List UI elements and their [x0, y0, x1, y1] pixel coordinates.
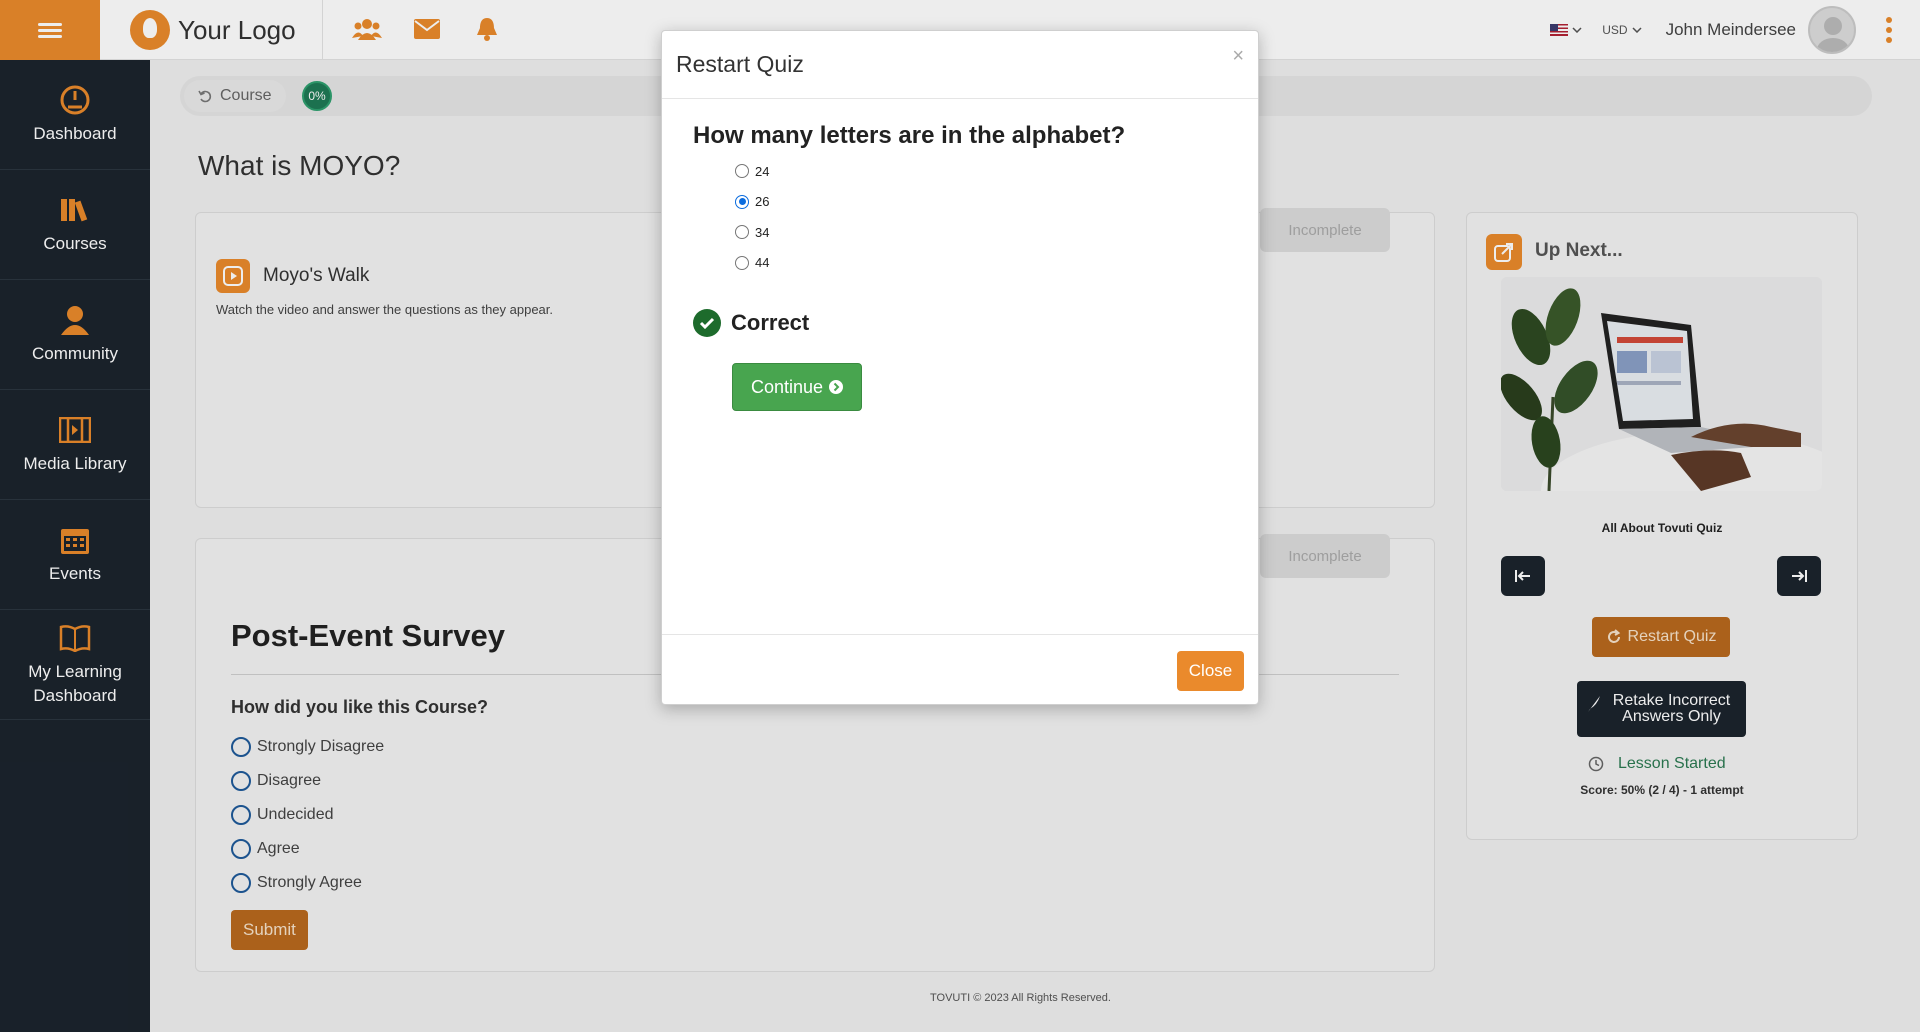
radio-button[interactable] [735, 255, 749, 270]
option-label: 24 [755, 163, 770, 179]
quiz-option[interactable]: 26 [735, 187, 769, 218]
continue-button[interactable]: Continue [732, 363, 862, 411]
divider [662, 634, 1258, 635]
radio-button[interactable] [735, 194, 749, 209]
continue-label: Continue [750, 376, 824, 397]
option-label: 44 [755, 255, 770, 271]
check-circle-icon [693, 309, 721, 337]
quiz-question: How many letters are in the alphabet? [693, 122, 1126, 149]
result-text: Correct [731, 310, 810, 335]
quiz-option[interactable]: 44 [735, 248, 769, 279]
result-row: Correct [693, 309, 809, 337]
close-icon[interactable]: × [1232, 45, 1244, 68]
modal-header: Restart Quiz × [662, 31, 1258, 99]
option-label: 26 [755, 194, 770, 210]
chevron-circle-right-icon [829, 380, 844, 394]
radio-button[interactable] [735, 225, 749, 240]
modal-title: Restart Quiz [676, 51, 804, 77]
option-label: 34 [755, 224, 770, 240]
radio-button[interactable] [735, 164, 749, 179]
quiz-options: 24 26 34 44 [735, 156, 769, 278]
quiz-option[interactable]: 34 [735, 217, 769, 248]
restart-quiz-modal: Restart Quiz × How many letters are in t… [661, 30, 1259, 705]
close-button[interactable]: Close [1177, 651, 1244, 691]
quiz-option[interactable]: 24 [735, 156, 769, 187]
